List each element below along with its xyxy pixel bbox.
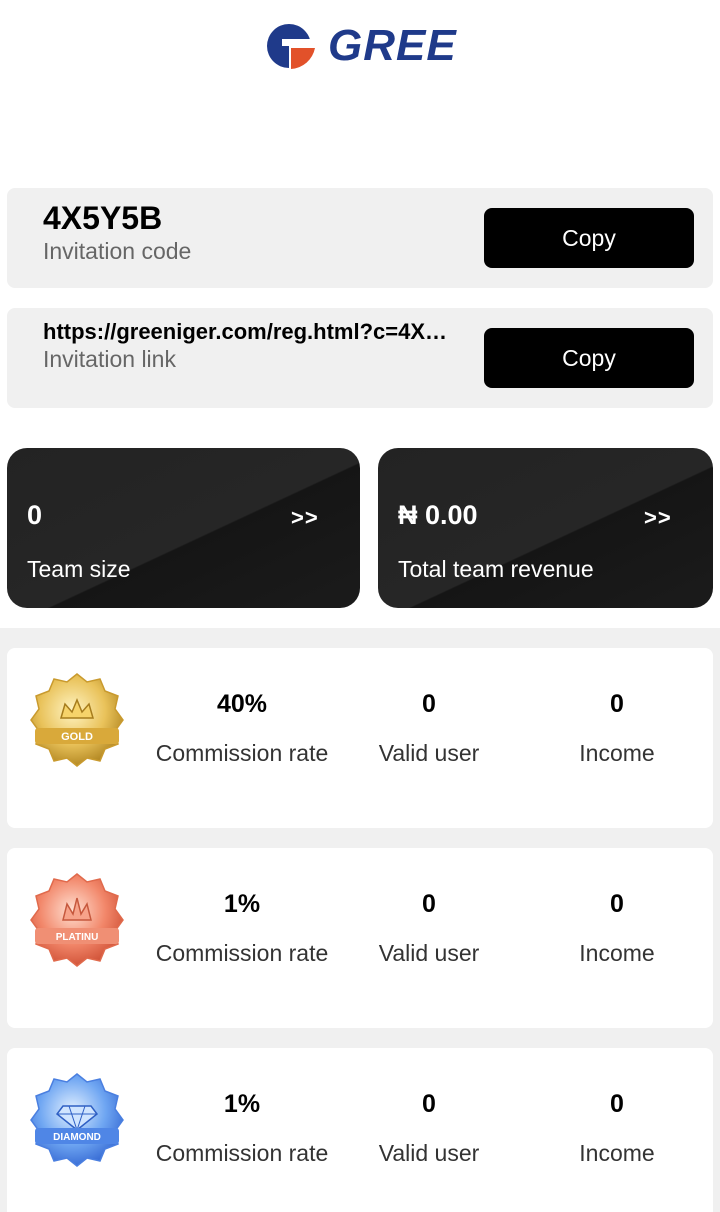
team-revenue-arrow[interactable]: >>: [644, 505, 672, 531]
commission-rate-value: 40%: [216, 690, 268, 718]
invitation-link-value: https://greeniger.com/reg.html?c=4X…: [43, 319, 448, 344]
level-card-gold: GOLD 40% Commission rate 0 Valid user 0 …: [7, 648, 713, 828]
income-value: 0: [610, 890, 624, 918]
team-size-label: Team size: [27, 556, 131, 582]
commission-levels: GOLD 40% Commission rate 0 Valid user 0 …: [0, 628, 720, 1212]
copy-link-button[interactable]: Copy: [484, 328, 694, 388]
team-size-card[interactable]: 0 >> Team size: [7, 448, 360, 608]
diamond-badge-icon: DIAMOND: [30, 1073, 124, 1167]
gree-logo: GREE: [262, 22, 498, 70]
commission-rate-label: Commission rate: [155, 940, 329, 966]
copy-code-button[interactable]: Copy: [484, 208, 694, 268]
valid-user-label: Valid user: [378, 1140, 480, 1166]
commission-rate-label: Commission rate: [155, 740, 329, 766]
valid-user-label: Valid user: [378, 940, 480, 966]
valid-user-value: 0: [422, 890, 436, 918]
income-value: 0: [610, 1090, 624, 1118]
platinum-badge-icon: PLATINU: [30, 873, 124, 967]
income-value: 0: [610, 690, 624, 718]
level-card-diamond: DIAMOND 1% Commission rate 0 Valid user …: [7, 1048, 713, 1212]
valid-user-value: 0: [422, 690, 436, 718]
invitation-link-card: https://greeniger.com/reg.html?c=4X… Inv…: [7, 308, 713, 408]
team-size-arrow[interactable]: >>: [291, 505, 319, 531]
valid-user-label: Valid user: [378, 740, 480, 766]
svg-text:PLATINU: PLATINU: [56, 932, 99, 943]
income-label: Income: [579, 740, 655, 766]
team-revenue-card[interactable]: ₦ 0.00 >> Total team revenue: [378, 448, 713, 608]
invitation-code-value: 4X5Y5B: [43, 200, 163, 236]
invitation-code-card: 4X5Y5B Invitation code Copy: [7, 188, 713, 288]
brand-name: GREE: [328, 21, 457, 70]
valid-user-value: 0: [422, 1090, 436, 1118]
level-card-platinum: PLATINU 1% Commission rate 0 Valid user …: [7, 848, 713, 1028]
gree-logo-mark-icon: [267, 24, 317, 69]
svg-text:DIAMOND: DIAMOND: [53, 1132, 101, 1143]
commission-rate-value: 1%: [223, 1090, 261, 1118]
invitation-link-label: Invitation link: [43, 346, 176, 372]
income-label: Income: [579, 940, 655, 966]
invitation-code-label: Invitation code: [43, 238, 192, 264]
team-size-value: 0: [27, 500, 43, 530]
commission-rate-value: 1%: [223, 890, 261, 918]
income-label: Income: [579, 1140, 655, 1166]
commission-rate-label: Commission rate: [155, 1140, 329, 1166]
team-revenue-label: Total team revenue: [398, 556, 594, 582]
team-revenue-value: ₦ 0.00: [398, 500, 478, 530]
gold-badge-icon: GOLD: [30, 673, 124, 767]
svg-text:GOLD: GOLD: [61, 731, 93, 743]
